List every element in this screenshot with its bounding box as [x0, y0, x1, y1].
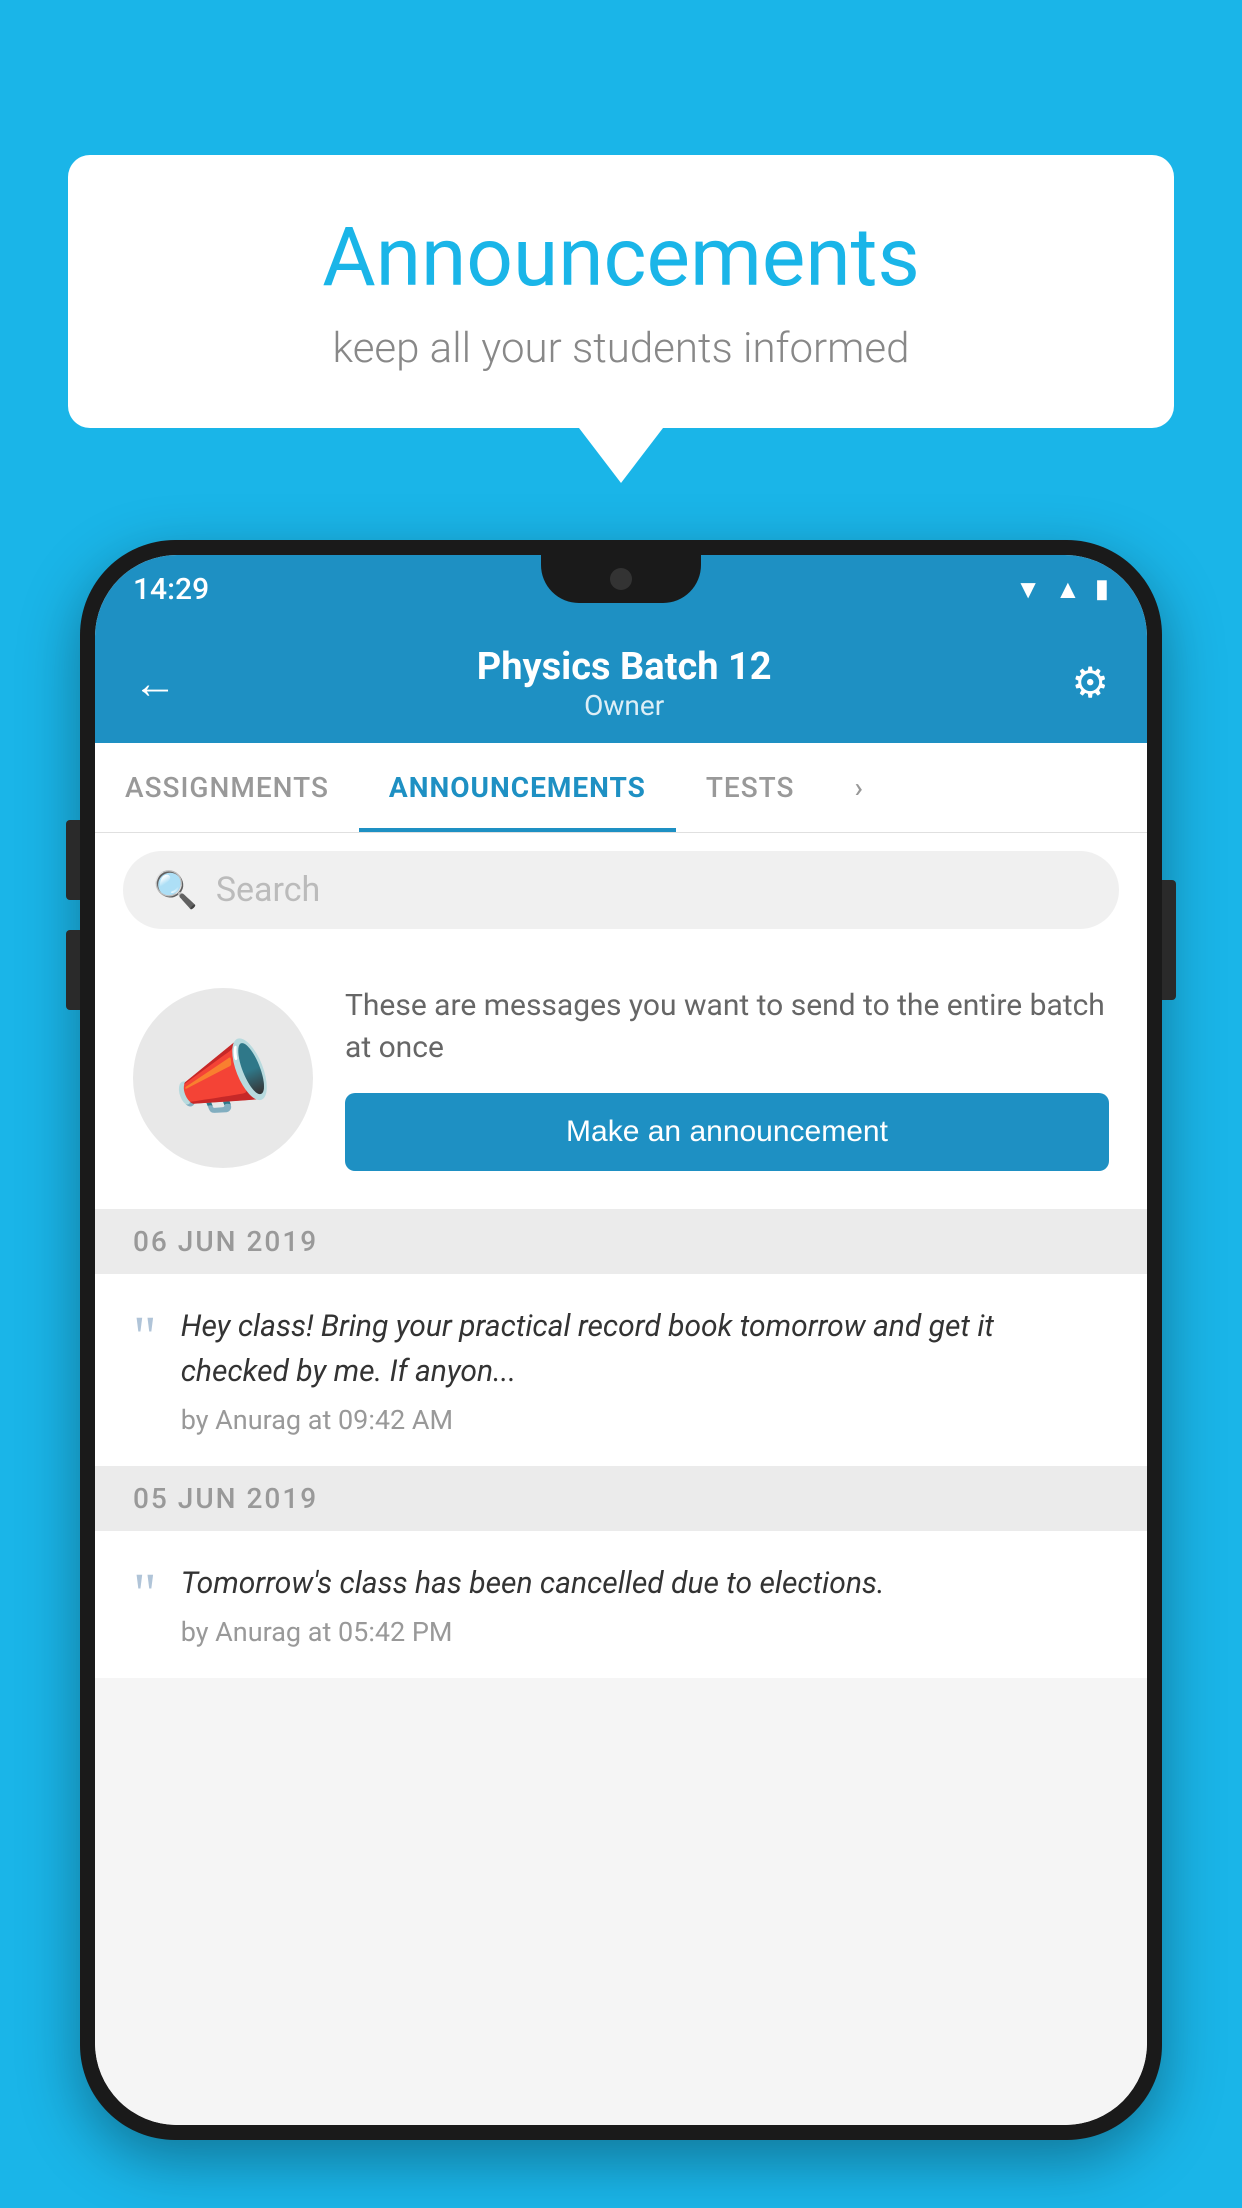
- speech-bubble-container: Announcements keep all your students inf…: [68, 155, 1174, 483]
- announcement-content-2: Tomorrow's class has been cancelled due …: [181, 1561, 885, 1648]
- content-area: 🔍 Search 📣 These are messages you want t…: [95, 833, 1147, 2125]
- tab-assignments[interactable]: ASSIGNMENTS: [95, 743, 359, 832]
- quote-icon-1: ": [133, 1308, 157, 1366]
- tabs-bar: ASSIGNMENTS ANNOUNCEMENTS TESTS ›: [95, 743, 1147, 833]
- volume-down-button: [66, 930, 80, 1010]
- announcement-meta-2: by Anurag at 05:42 PM: [181, 1616, 885, 1648]
- battery-icon: ▮: [1095, 574, 1109, 604]
- date-separator-2: 05 JUN 2019: [95, 1466, 1147, 1531]
- phone-wrapper: 14:29 ▼ ▲ ▮ ← Physics Batch 12 Owner ⚙: [80, 540, 1162, 2140]
- speech-bubble-title: Announcements: [128, 210, 1114, 306]
- front-camera: [610, 568, 632, 590]
- status-time: 14:29: [133, 572, 209, 607]
- header-center: Physics Batch 12 Owner: [477, 645, 772, 722]
- date-separator-1: 06 JUN 2019: [95, 1209, 1147, 1274]
- volume-up-button: [66, 820, 80, 900]
- tab-more[interactable]: ›: [824, 743, 893, 832]
- status-icons: ▼ ▲ ▮: [1015, 574, 1109, 605]
- search-bar[interactable]: 🔍 Search: [123, 851, 1119, 929]
- app-header: ← Physics Batch 12 Owner ⚙: [95, 623, 1147, 743]
- megaphone-icon: 📣: [173, 1031, 273, 1125]
- signal-icon: ▲: [1055, 574, 1081, 605]
- prompt-right: These are messages you want to send to t…: [345, 985, 1109, 1171]
- search-icon: 🔍: [153, 869, 198, 911]
- more-tabs-indicator: ›: [854, 771, 863, 804]
- announcement-prompt: 📣 These are messages you want to send to…: [95, 947, 1147, 1209]
- speech-bubble-arrow: [579, 428, 663, 483]
- phone-frame: 14:29 ▼ ▲ ▮ ← Physics Batch 12 Owner ⚙: [80, 540, 1162, 2140]
- announcement-item-1[interactable]: " Hey class! Bring your practical record…: [95, 1274, 1147, 1466]
- announcement-text-2: Tomorrow's class has been cancelled due …: [181, 1561, 885, 1606]
- tab-announcements[interactable]: ANNOUNCEMENTS: [359, 743, 676, 832]
- announcement-content-1: Hey class! Bring your practical record b…: [181, 1304, 1109, 1436]
- date-label-1: 06 JUN 2019: [133, 1225, 318, 1258]
- announcement-meta-1: by Anurag at 09:42 AM: [181, 1404, 1109, 1436]
- speech-bubble-subtitle: keep all your students informed: [128, 324, 1114, 373]
- megaphone-circle: 📣: [133, 988, 313, 1168]
- announcement-text-1: Hey class! Bring your practical record b…: [181, 1304, 1109, 1394]
- wifi-icon: ▼: [1015, 574, 1041, 605]
- phone-screen: 14:29 ▼ ▲ ▮ ← Physics Batch 12 Owner ⚙: [95, 555, 1147, 2125]
- back-button[interactable]: ←: [133, 657, 177, 709]
- tab-tests[interactable]: TESTS: [676, 743, 825, 832]
- settings-button[interactable]: ⚙: [1071, 658, 1109, 708]
- power-button: [1162, 880, 1176, 1000]
- header-title: Physics Batch 12: [477, 645, 772, 689]
- search-placeholder: Search: [216, 870, 320, 910]
- notch: [541, 555, 701, 603]
- search-bar-wrapper: 🔍 Search: [95, 833, 1147, 947]
- date-label-2: 05 JUN 2019: [133, 1482, 318, 1515]
- quote-icon-2: ": [133, 1565, 157, 1623]
- announcement-item-2[interactable]: " Tomorrow's class has been cancelled du…: [95, 1531, 1147, 1678]
- speech-bubble: Announcements keep all your students inf…: [68, 155, 1174, 428]
- make-announcement-button[interactable]: Make an announcement: [345, 1093, 1109, 1171]
- header-subtitle: Owner: [477, 689, 772, 722]
- prompt-description: These are messages you want to send to t…: [345, 985, 1109, 1069]
